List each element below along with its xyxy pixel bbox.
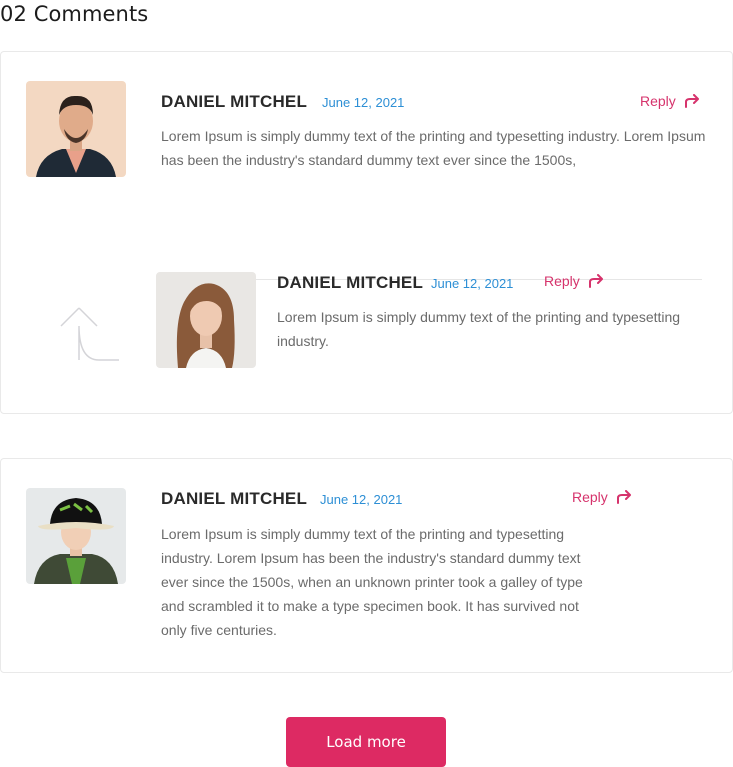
comment-text: Lorem Ipsum is simply dummy text of the … (277, 309, 681, 349)
reply-button[interactable]: Reply (640, 93, 700, 109)
comment-date: June 12, 2021 (322, 95, 405, 110)
reply-label: Reply (544, 273, 580, 289)
load-more-button[interactable]: Load more (286, 717, 446, 767)
reply-label: Reply (572, 489, 608, 505)
comments-heading: 02 Comments (0, 2, 149, 26)
comment-author: DANIEL MITCHEL (161, 489, 308, 508)
comment-text: Lorem Ipsum is simply dummy text of the … (161, 526, 583, 638)
reply-button[interactable]: Reply (572, 489, 632, 505)
avatar (26, 488, 126, 584)
reply-arrow-icon (684, 94, 699, 108)
reply-arrow-icon (616, 490, 631, 504)
reply-arrow-icon (588, 274, 603, 288)
nested-reply-arrow-icon (60, 307, 119, 361)
comment-card: DANIEL MITCHEL June 12, 2021 Reply Lorem… (0, 458, 733, 673)
comment-thread-card: DANIEL MITCHEL June 12, 2021 Reply Lorem… (0, 51, 733, 414)
reply-label: Reply (640, 93, 676, 109)
comment-date: June 12, 2021 (431, 276, 514, 291)
comment-author: DANIEL MITCHEL (161, 92, 308, 111)
reply-button[interactable]: Reply (544, 273, 604, 289)
avatar (26, 81, 126, 177)
comment-text: Lorem Ipsum is simply dummy text of the … (161, 128, 706, 168)
comment-author: DANIEL MITCHEL (277, 273, 424, 292)
comment-date: June 12, 2021 (320, 492, 403, 507)
avatar (156, 272, 256, 368)
